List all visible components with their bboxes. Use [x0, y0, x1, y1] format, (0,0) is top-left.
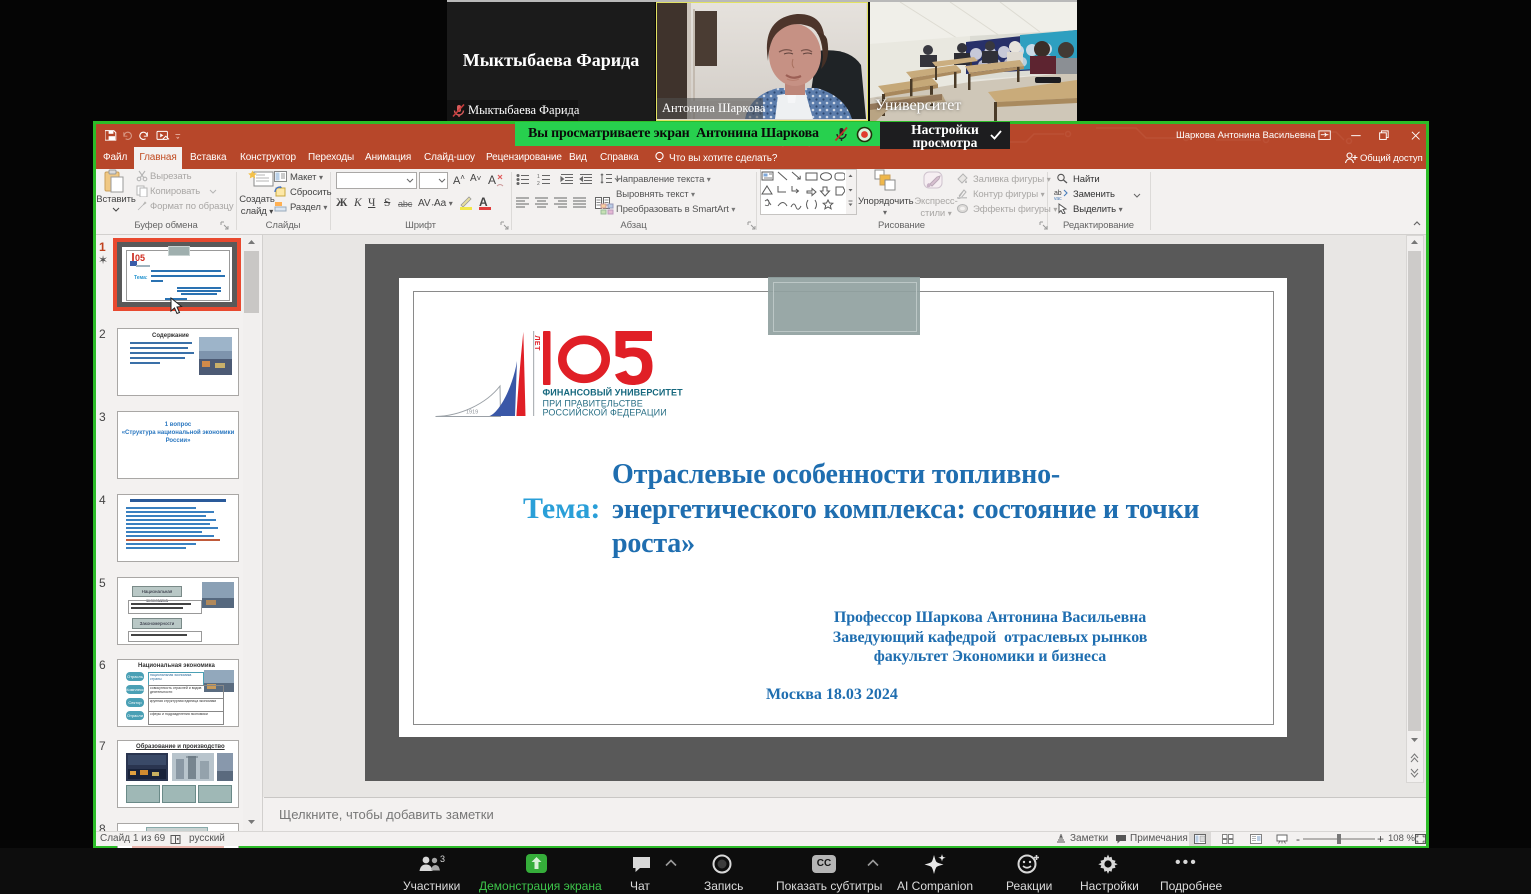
- svg-text:A: A: [488, 173, 496, 187]
- svg-text:vac: vac: [1054, 196, 1062, 200]
- svg-text:1919: 1919: [466, 410, 478, 416]
- svg-text:РОССИЙСКОЙ ФЕДЕРАЦИИ: РОССИЙСКОЙ ФЕДЕРАЦИИ: [543, 407, 667, 418]
- svg-text:ЛЕТ: ЛЕТ: [533, 336, 540, 352]
- svg-text:ФИНАНСОВЫЙ УНИВЕРСИТЕТ: ФИНАНСОВЫЙ УНИВЕРСИТЕТ: [543, 387, 684, 398]
- svg-text:1: 1: [537, 174, 540, 180]
- svg-text:3: 3: [440, 854, 445, 864]
- svg-text:2: 2: [537, 181, 540, 186]
- svg-text:А: А: [479, 195, 488, 209]
